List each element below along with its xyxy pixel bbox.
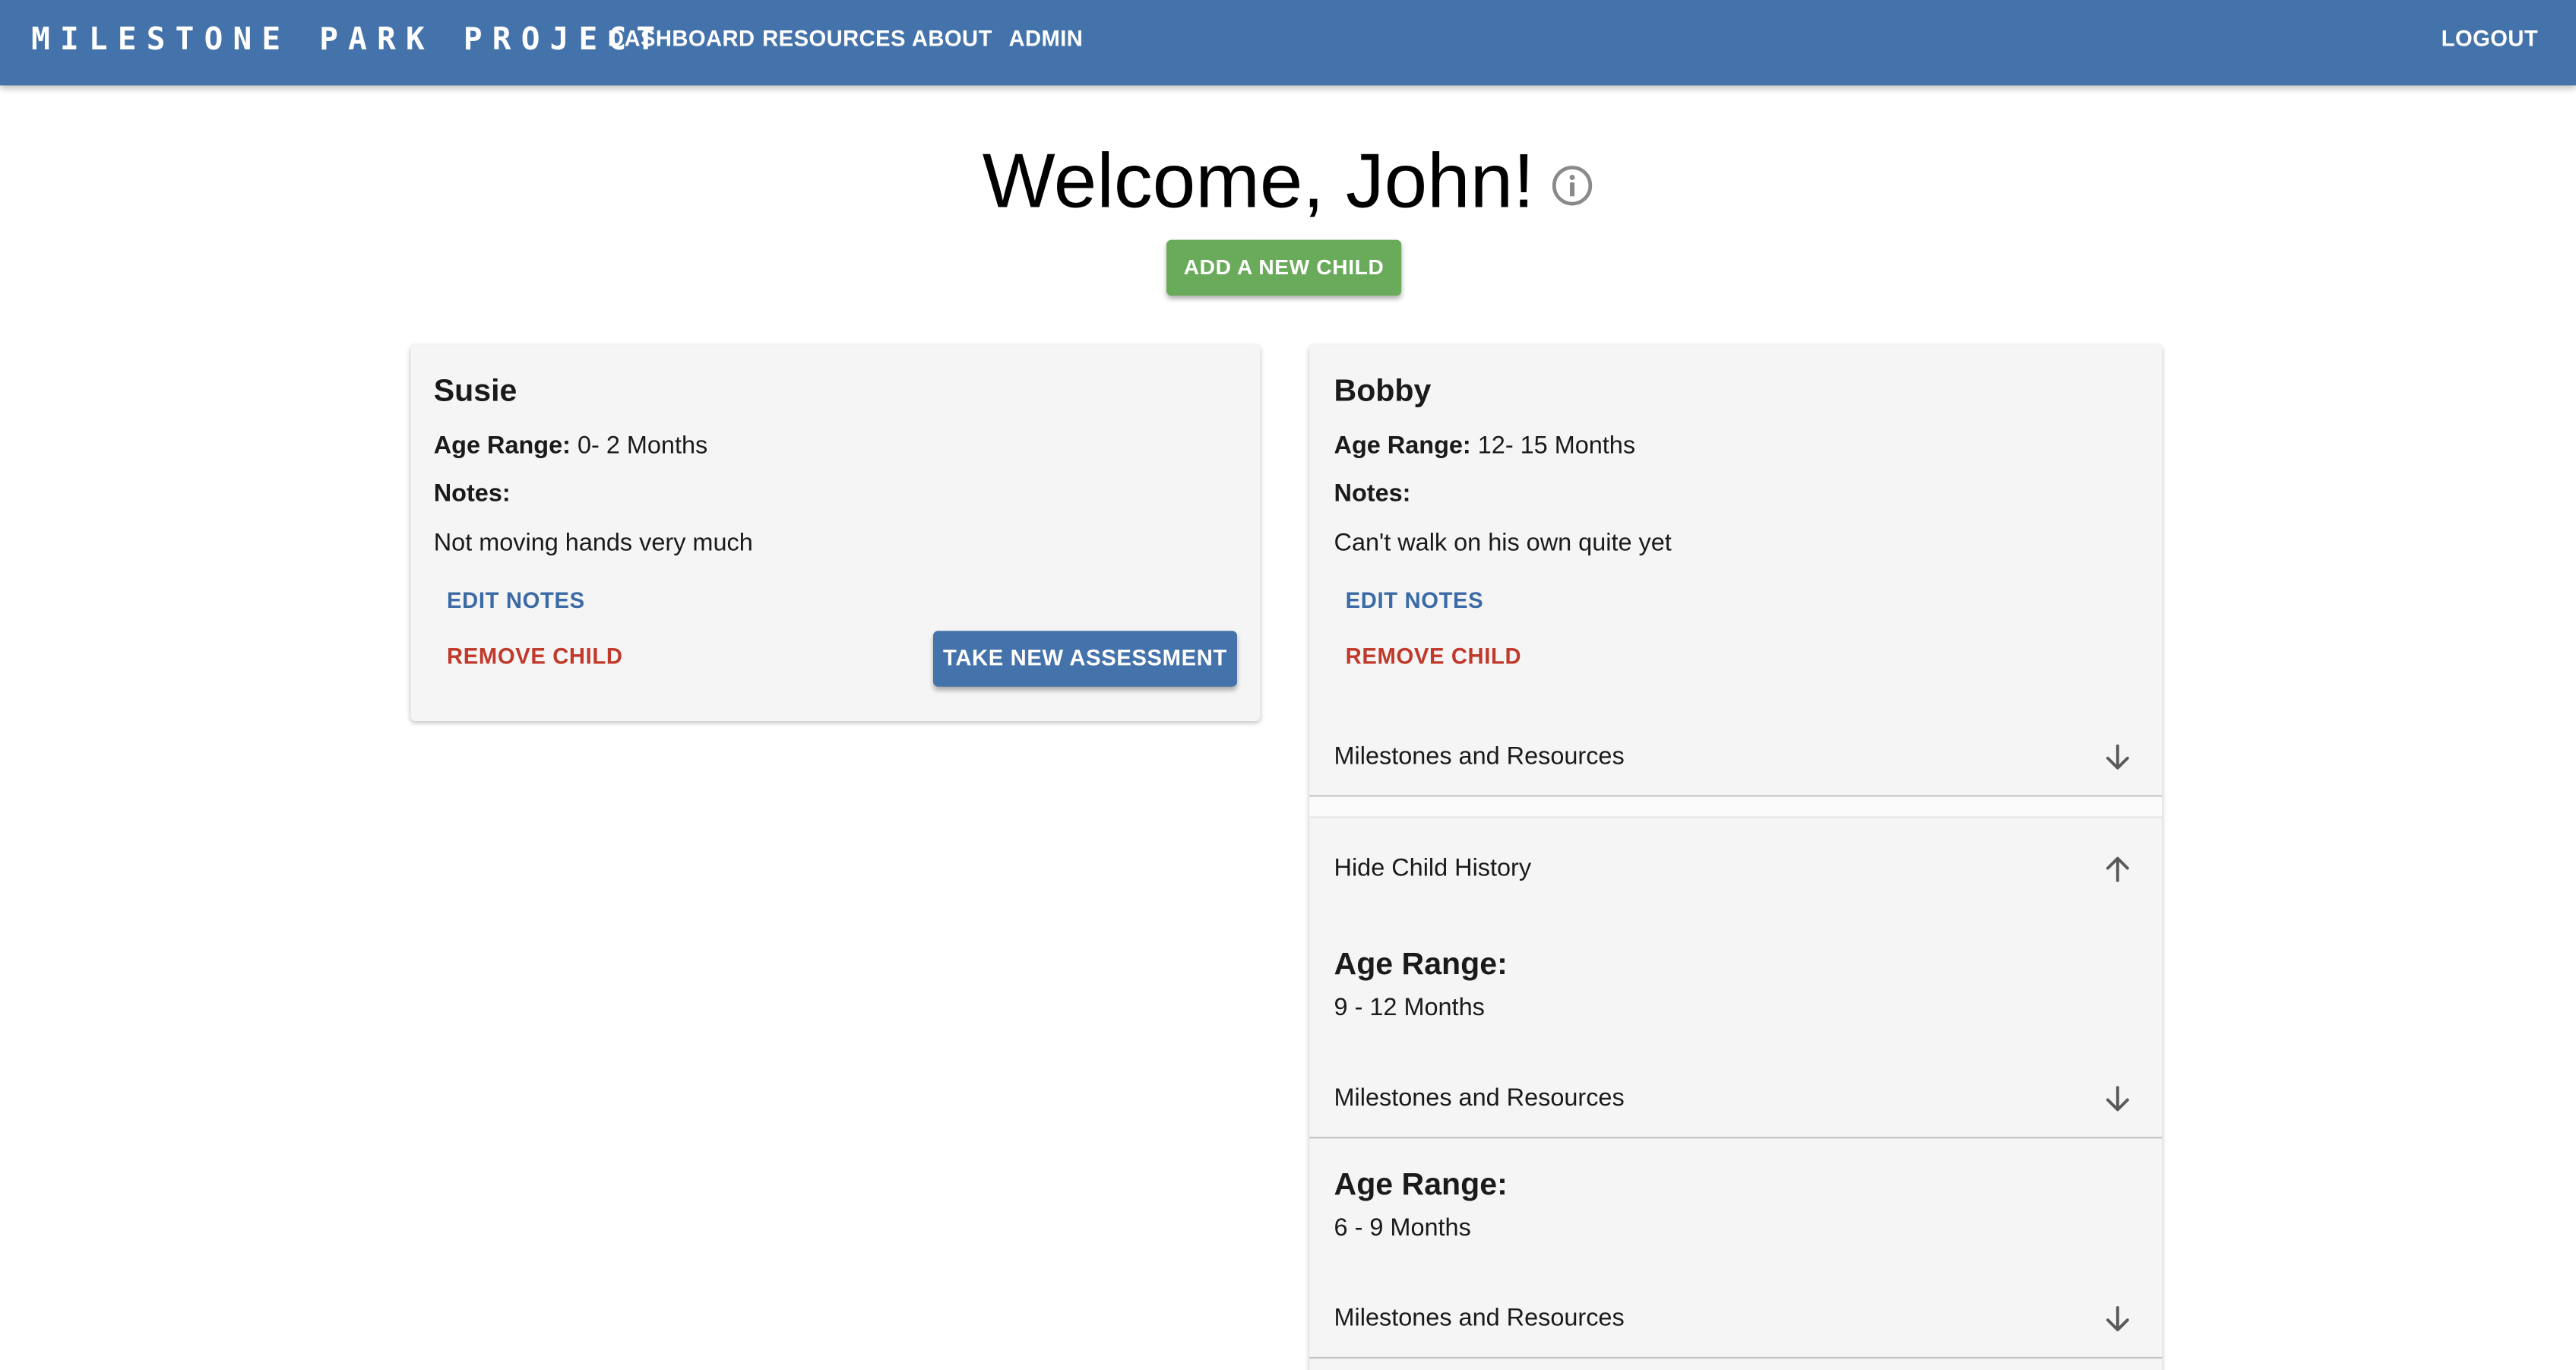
nav-admin[interactable]: ADMIN xyxy=(1008,27,1083,53)
arrow-down-icon xyxy=(2106,1305,2129,1332)
welcome-header: Welcome, John! xyxy=(0,128,2576,226)
nav-about[interactable]: ABOUT xyxy=(912,27,992,53)
age-range-value: 12- 15 Months xyxy=(1477,432,1636,460)
edit-notes-button[interactable]: EDIT NOTES xyxy=(1346,588,1484,615)
history-milestones-accordion[interactable]: Milestones and Resources xyxy=(1309,1280,2162,1359)
child-card-susie: Susie Age Range: 0- 2 Months Notes: Not … xyxy=(410,345,1261,722)
brand-logo[interactable]: MILESTONE PARK PROJECT xyxy=(31,21,665,58)
divider xyxy=(1309,1356,2163,1359)
add-child-button[interactable]: ADD A NEW CHILD xyxy=(1166,239,1402,296)
remove-child-button[interactable]: REMOVE CHILD xyxy=(447,644,623,671)
app-bar: MILESTONE PARK PROJECT DASHBOARD RESOURC… xyxy=(0,0,2576,86)
history-age-value: 6 - 9 Months xyxy=(1334,1213,1471,1242)
milestones-label: Milestones and Resources xyxy=(1334,1084,1625,1112)
child-card-bobby: Bobby Age Range: 12- 15 Months Notes: Ca… xyxy=(1309,345,2163,1370)
accordion-gap xyxy=(1309,796,2163,817)
age-range: Age Range: 12- 15 Months xyxy=(1334,432,1636,462)
arrow-down-icon xyxy=(2106,744,2129,770)
child-name: Susie xyxy=(433,374,517,410)
history-toggle-label: Hide Child History xyxy=(1334,854,1532,882)
history-milestones-accordion[interactable]: Milestones and Resources xyxy=(1309,1059,2162,1138)
divider xyxy=(1309,816,2163,818)
remove-child-button[interactable]: REMOVE CHILD xyxy=(1346,644,1522,671)
history-age-label: Age Range: xyxy=(1334,948,1508,982)
age-range-label: Age Range: xyxy=(433,432,571,460)
notes-label: Notes: xyxy=(433,479,511,508)
arrow-up-icon xyxy=(2106,856,2129,882)
nav-dashboard[interactable]: DASHBOARD xyxy=(608,27,755,53)
notes-text: Can't walk on his own quite yet xyxy=(1334,529,1672,557)
notes-text: Not moving hands very much xyxy=(433,529,753,557)
info-icon[interactable] xyxy=(1551,163,1593,206)
age-range: Age Range: 0- 2 Months xyxy=(434,432,707,462)
milestones-label: Milestones and Resources xyxy=(1334,742,1625,770)
milestones-accordion[interactable]: Milestones and Resources xyxy=(1309,718,2162,797)
child-name: Bobby xyxy=(1334,374,1432,410)
age-range-label: Age Range: xyxy=(1334,432,1471,460)
page-title: Welcome, John! xyxy=(982,135,1535,223)
divider xyxy=(1309,1137,2163,1139)
history-age-label: Age Range: xyxy=(1334,1168,1508,1203)
edit-notes-button[interactable]: EDIT NOTES xyxy=(447,588,585,615)
child-history-toggle[interactable]: Hide Child History xyxy=(1309,830,2162,909)
logout-button[interactable]: LOGOUT xyxy=(2442,27,2538,53)
age-range-value: 0- 2 Months xyxy=(577,432,708,460)
history-age-value: 9 - 12 Months xyxy=(1334,994,1485,1022)
take-new-assessment-button[interactable]: TAKE NEW ASSESSMENT xyxy=(933,631,1237,687)
arrow-down-icon xyxy=(2106,1086,2129,1112)
milestones-label: Milestones and Resources xyxy=(1334,1304,1625,1333)
page: MILESTONE PARK PROJECT DASHBOARD RESOURC… xyxy=(0,0,2576,1370)
notes-label: Notes: xyxy=(1334,479,1411,508)
nav-resources[interactable]: RESOURCES xyxy=(762,27,906,53)
